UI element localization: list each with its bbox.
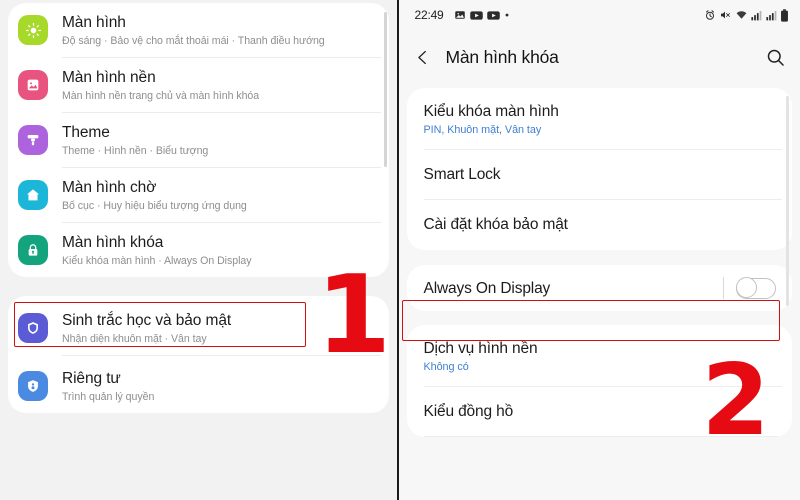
home-screen-icon <box>18 180 48 210</box>
aod-toggle-wrap <box>723 277 776 299</box>
settings-row-home-screen[interactable]: Màn hình chờ Bố cục · Huy hiệu biểu tượn… <box>8 168 389 222</box>
settings-row-text: Màn hình chờ Bố cục · Huy hiệu biểu tượn… <box>62 177 375 213</box>
settings-row-subtitle: Bố cục · Huy hiệu biểu tượng ứng dụng <box>62 200 247 212</box>
settings-card-security: Sinh trắc học và bảo mật Nhận diện khuôn… <box>8 296 389 413</box>
settings-row-subtitle: Màn hình nền trang chủ và màn hình khóa <box>62 90 260 102</box>
always-on-display-toggle[interactable] <box>735 277 776 299</box>
lock-row-text: Dịch vụ hình nền Không có <box>424 338 777 374</box>
settings-row-subtitle: Độ sáng · Bảo vệ cho mắt thoải mái · Tha… <box>62 35 325 47</box>
toggle-knob <box>735 277 757 299</box>
settings-row-title: Màn hình khóa <box>62 234 164 251</box>
settings-row-privacy[interactable]: Riêng tư Trình quản lý quyền <box>8 356 389 413</box>
app-bar: Màn hình khóa <box>398 30 800 84</box>
settings-row-display[interactable]: Màn hình Độ sáng · Bảo vệ cho mắt thoải … <box>8 3 389 57</box>
settings-row-title: Riêng tư <box>62 370 121 387</box>
more-dot-icon <box>504 12 510 18</box>
gallery-icon <box>454 9 466 21</box>
lock-row-text: Smart Lock <box>424 164 777 185</box>
lock-row-title: Kiểu khóa màn hình <box>423 103 559 120</box>
battery-icon <box>780 8 789 22</box>
settings-row-theme[interactable]: Theme Theme · Hình nền · Biểu tượng <box>8 113 389 167</box>
settings-row-title: Màn hình chờ <box>62 179 157 196</box>
page-title: Màn hình khóa <box>445 46 559 67</box>
settings-row-subtitle: Trình quản lý quyền <box>62 391 155 403</box>
wallpaper-icon <box>18 70 48 100</box>
lock-row-screen-lock-type[interactable]: Kiểu khóa màn hình PIN, Khuôn mặt, Vân t… <box>407 88 793 149</box>
lock-row-title: Smart Lock <box>423 166 501 183</box>
settings-row-biometrics[interactable]: Sinh trắc học và bảo mật Nhận diện khuôn… <box>8 296 389 355</box>
alarm-icon <box>704 9 716 21</box>
settings-row-text: Riêng tư Trình quản lý quyền <box>62 368 375 404</box>
settings-row-title: Màn hình nền <box>62 69 156 86</box>
youtube-music-icon <box>486 10 500 21</box>
brightness-icon <box>18 15 48 45</box>
row-divider <box>423 436 782 437</box>
settings-row-title: Sinh trắc học và bảo mật <box>62 312 232 329</box>
settings-row-subtitle: Nhận diện khuôn mặt · Vân tay <box>62 333 207 345</box>
lock-row-text: Kiểu đồng hồ <box>424 401 777 422</box>
toggle-separator <box>723 277 724 299</box>
lock-row-always-on-display[interactable]: Always On Display <box>407 265 793 311</box>
signal-1-icon <box>751 10 762 21</box>
lock-row-subtitle: Không có <box>423 361 469 373</box>
signal-2-icon <box>765 10 777 21</box>
settings-row-text: Màn hình khóa Kiểu khóa màn hình · Alway… <box>62 232 375 268</box>
privacy-person-icon <box>18 371 48 401</box>
lock-icon <box>18 235 48 265</box>
settings-row-lock-screen[interactable]: Màn hình khóa Kiểu khóa màn hình · Alway… <box>8 223 389 277</box>
right-panel-scrollbar[interactable] <box>785 96 789 306</box>
lock-row-text: Cài đặt khóa bảo mật <box>424 214 777 235</box>
lock-row-title: Dịch vụ hình nền <box>423 340 538 357</box>
settings-row-wallpaper[interactable]: Màn hình nền Màn hình nền trang chủ và m… <box>8 58 389 112</box>
mute-icon <box>719 9 731 21</box>
lock-row-wallpaper-services[interactable]: Dịch vụ hình nền Không có <box>407 325 793 386</box>
youtube-icon <box>469 10 483 21</box>
status-bar: 22:49 <box>398 0 800 30</box>
wifi-icon <box>735 9 748 21</box>
back-chevron-icon[interactable] <box>413 48 432 67</box>
settings-card-display: Màn hình Độ sáng · Bảo vệ cho mắt thoải … <box>8 3 389 277</box>
left-panel-scrollbar[interactable] <box>384 12 387 167</box>
lock-settings-card-primary: Kiểu khóa màn hình PIN, Khuôn mặt, Vân t… <box>406 88 793 250</box>
settings-row-text: Sinh trắc học và bảo mật Nhận diện khuôn… <box>62 310 375 346</box>
lock-row-text: Kiểu khóa màn hình PIN, Khuôn mặt, Vân t… <box>424 101 777 137</box>
settings-row-text: Màn hình nền Màn hình nền trang chủ và m… <box>62 67 375 103</box>
lock-row-title: Kiểu đồng hồ <box>423 403 514 420</box>
lock-row-secure-lock-settings[interactable]: Cài đặt khóa bảo mật <box>407 200 793 250</box>
settings-row-text: Màn hình Độ sáng · Bảo vệ cho mắt thoải … <box>62 12 375 48</box>
settings-row-text: Theme Theme · Hình nền · Biểu tượng <box>62 122 375 158</box>
lock-settings-card-extras: Dịch vụ hình nền Không có Kiểu đồng hồ <box>406 325 793 437</box>
status-clock: 22:49 <box>414 8 444 22</box>
settings-row-title: Màn hình <box>62 14 126 31</box>
settings-row-subtitle: Theme · Hình nền · Biểu tượng <box>62 145 209 157</box>
status-bar-right <box>704 8 790 22</box>
theme-brush-icon <box>18 125 48 155</box>
lock-row-title: Cài đặt khóa bảo mật <box>423 216 568 233</box>
lock-row-clock-style[interactable]: Kiểu đồng hồ <box>407 387 793 436</box>
lock-row-smart-lock[interactable]: Smart Lock <box>407 150 793 199</box>
lock-row-text: Always On Display <box>424 278 724 299</box>
settings-row-title: Theme <box>62 124 110 141</box>
status-bar-left: 22:49 <box>415 8 510 22</box>
screenshot-root: Màn hình Độ sáng · Bảo vệ cho mắt thoải … <box>0 0 800 500</box>
settings-row-subtitle: Kiểu khóa màn hình · Always On Display <box>62 255 252 267</box>
lock-row-subtitle: PIN, Khuôn mặt, Vân tay <box>423 124 542 136</box>
lock-settings-card-aod: Always On Display <box>406 265 793 311</box>
search-icon[interactable] <box>765 47 786 68</box>
settings-list-panel: Màn hình Độ sáng · Bảo vệ cho mắt thoải … <box>0 0 397 500</box>
lock-screen-settings-panel: 22:49 Màn hình khóa Kiểu khóa màn hình P… <box>398 0 800 500</box>
lock-row-title: Always On Display <box>423 279 551 297</box>
security-shield-icon <box>18 313 48 343</box>
